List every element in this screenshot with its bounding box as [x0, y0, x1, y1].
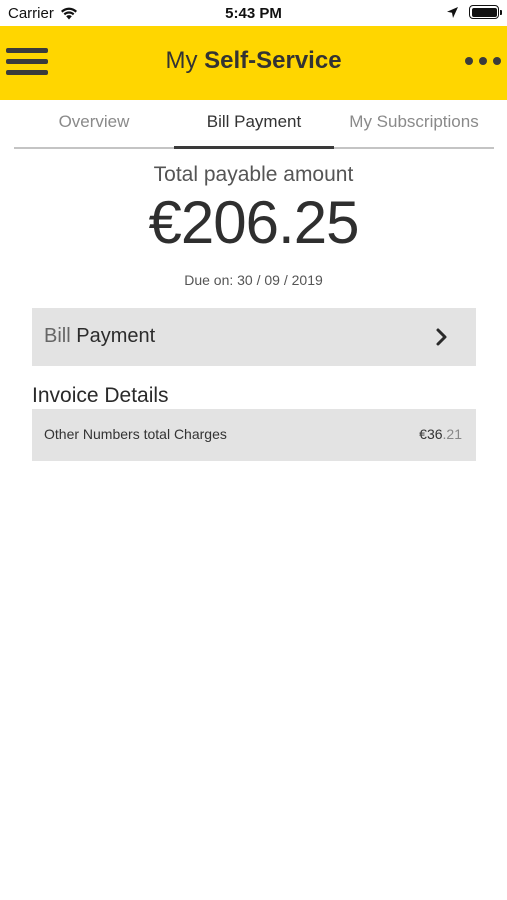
bill-payment-label-strong: Payment — [76, 325, 156, 347]
page-title: My Self-Service — [0, 47, 507, 75]
title-main: Self-Service — [204, 47, 342, 74]
status-right — [446, 5, 502, 19]
tab-overview[interactable]: Overview — [14, 100, 174, 147]
tab-bar: Overview Bill Payment My Subscriptions — [14, 100, 494, 149]
status-time: 5:43 PM — [225, 5, 282, 22]
more-dots-icon[interactable] — [465, 57, 501, 65]
tab-bill-payment[interactable]: Bill Payment — [174, 100, 334, 149]
bill-payment-label-light: Bill — [44, 325, 71, 347]
location-arrow-icon — [447, 6, 458, 18]
due-date: Due on: 30 / 09 / 2019 — [184, 272, 323, 288]
invoice-row: Other Numbers total Charges €36.21 — [32, 409, 476, 461]
chevron-right-icon — [436, 328, 447, 346]
total-payable-label: Total payable amount — [153, 163, 354, 186]
status-bar: Carrier 5:43 PM — [0, 0, 507, 26]
total-payable-amount: €206.25 — [148, 189, 360, 256]
title-prefix: My — [165, 47, 198, 74]
bill-payment-button[interactable]: Bill Payment — [32, 308, 476, 366]
app-header: My Self-Service — [0, 26, 507, 100]
invoice-row-value-main: €36 — [419, 426, 443, 442]
invoice-row-value: €36.21 — [419, 426, 462, 442]
bill-payment-label: Bill Payment — [44, 325, 155, 348]
invoice-row-value-cents: .21 — [442, 426, 462, 442]
invoice-details-title: Invoice Details — [32, 384, 169, 407]
tab-my-subscriptions[interactable]: My Subscriptions — [334, 100, 494, 147]
battery-icon — [469, 5, 502, 19]
invoice-row-name: Other Numbers total Charges — [44, 426, 227, 442]
